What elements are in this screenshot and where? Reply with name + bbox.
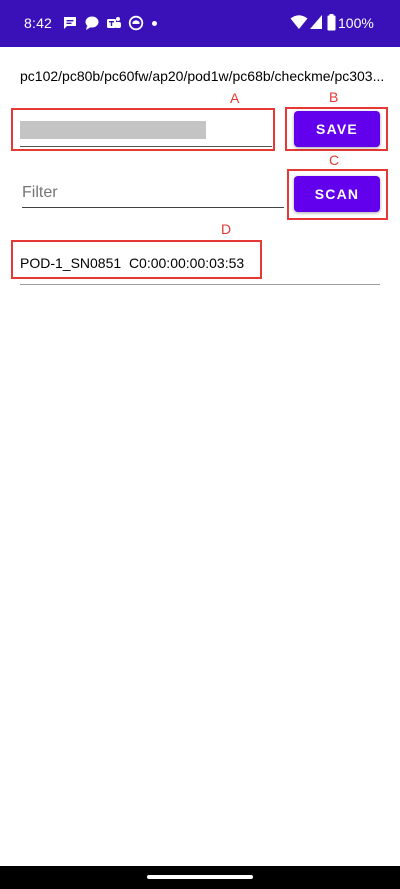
wifi-icon [290, 14, 308, 32]
status-time: 8:42 [24, 15, 53, 31]
redacted-name [20, 121, 206, 139]
battery-icon [327, 14, 336, 32]
annotation-label-a: A [230, 90, 240, 106]
home-gesture-handle[interactable] [147, 875, 253, 879]
annotation-label-b: B [329, 89, 339, 105]
chat-icon [62, 15, 78, 31]
annotation-label-c: C [329, 152, 340, 168]
device-name-field[interactable] [20, 120, 272, 147]
message-bubble-icon [84, 15, 100, 31]
status-bar: 8:42 100% [0, 0, 400, 47]
annotation-label-d: D [221, 221, 232, 237]
device-list-item[interactable]: POD-1_SN0851 C0:00:00:00:03:53 [20, 244, 380, 285]
app-circle-icon [128, 15, 144, 31]
device-label: POD-1_SN0851 C0:00:00:00:03:53 [20, 255, 245, 271]
battery-percentage: 100% [338, 15, 374, 31]
filter-input[interactable] [22, 182, 282, 204]
device-types-text: pc102/pc80b/pc60fw/ap20/pod1w/pc68b/chec… [20, 68, 385, 84]
device-list: POD-1_SN0851 C0:00:00:00:03:53 [20, 244, 380, 285]
cell-signal-icon [309, 14, 323, 32]
scan-button[interactable]: SCAN [294, 176, 380, 212]
navigation-bar [0, 866, 400, 889]
more-notifications-dot [152, 21, 157, 26]
save-button[interactable]: SAVE [294, 111, 380, 147]
teams-icon [106, 15, 122, 31]
filter-field[interactable] [22, 180, 284, 208]
